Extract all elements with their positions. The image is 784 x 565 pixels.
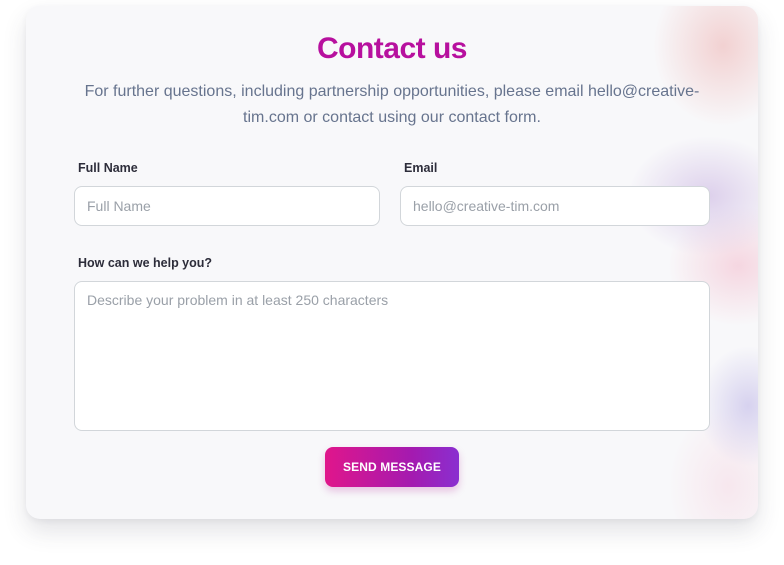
contact-card: Contact us For further questions, includ… (26, 6, 758, 519)
email-input[interactable] (400, 186, 710, 226)
send-message-button[interactable]: SEND MESSAGE (325, 447, 459, 487)
page-subtitle: For further questions, including partner… (84, 83, 700, 126)
message-label: How can we help you? (78, 256, 213, 270)
message-textarea[interactable] (74, 281, 710, 431)
full-name-input[interactable] (74, 186, 380, 226)
full-name-label: Full Name (78, 161, 138, 175)
page-title: Contact us (316, 32, 468, 65)
email-label: Email (404, 161, 438, 175)
